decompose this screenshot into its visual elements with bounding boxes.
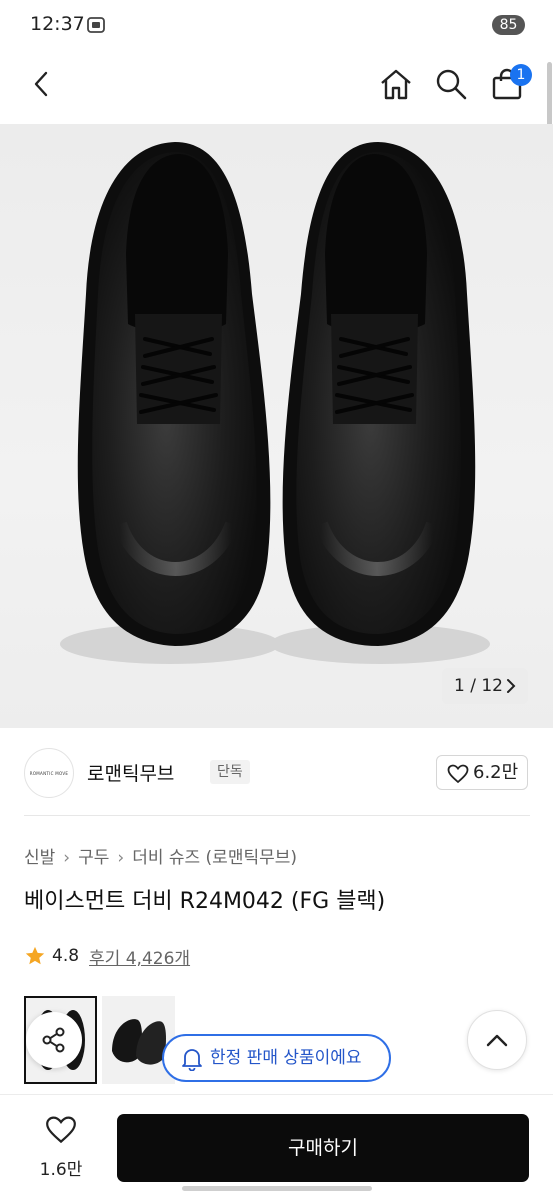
shoes-illustration: [60, 142, 490, 664]
star-icon: [25, 946, 45, 965]
gallery-counter-text: 1 / 12: [454, 676, 503, 696]
heart-icon: [447, 764, 469, 784]
wishlist-button[interactable]: 1.6만: [30, 1115, 92, 1180]
limited-sale-text: 한정 판매 상품이에요: [210, 1048, 362, 1068]
breadcrumb-item[interactable]: 더비 슈즈 (로맨틱무브): [132, 848, 297, 868]
bottom-action-bar: 1.6만 구매하기: [0, 1094, 553, 1200]
rating-score: 4.8: [52, 946, 80, 966]
brand-logo[interactable]: ROMANTIC MOVE: [24, 748, 74, 798]
status-bar: 12:37 85: [0, 0, 553, 50]
share-icon: [42, 1027, 65, 1053]
battery-indicator: 85: [492, 15, 525, 35]
buy-button[interactable]: 구매하기: [117, 1114, 529, 1182]
heart-icon: [46, 1116, 76, 1144]
breadcrumb: 신발 › 구두 › 더비 슈즈 (로맨틱무브): [24, 843, 297, 868]
exclusive-badge: 단독: [210, 760, 250, 784]
scroll-to-top-button[interactable]: [467, 1010, 527, 1070]
rating: 4.8 후기 4,426개: [24, 944, 190, 969]
search-icon: [436, 69, 467, 100]
cart-badge: 1: [510, 64, 532, 86]
product-image[interactable]: [0, 124, 553, 728]
status-time: 12:37: [30, 13, 85, 35]
back-icon: [34, 71, 48, 97]
back-button[interactable]: [20, 62, 64, 106]
chevron-right-icon: [506, 668, 516, 717]
chevron-right-icon: ›: [63, 848, 71, 868]
brand-logo-text: ROMANTIC MOVE: [29, 770, 69, 776]
brand-like-count: 6.2만: [473, 762, 519, 783]
brand-name[interactable]: 로맨틱무브: [87, 759, 174, 786]
share-button[interactable]: [26, 1012, 82, 1068]
wishlist-count: 1.6만: [39, 1160, 83, 1180]
top-nav: 1: [0, 52, 553, 116]
breadcrumb-item[interactable]: 신발: [24, 848, 55, 868]
review-link[interactable]: 후기 4,426개: [89, 944, 190, 969]
thumbnail-2[interactable]: [102, 996, 175, 1084]
breadcrumb-item[interactable]: 구두: [78, 848, 109, 868]
limited-sale-notice[interactable]: 한정 판매 상품이에요: [162, 1034, 391, 1082]
home-button[interactable]: [374, 62, 418, 106]
home-icon: [381, 69, 411, 100]
brand-like-button[interactable]: 6.2만: [436, 755, 528, 790]
brand-row: ROMANTIC MOVE 로맨틱무브 단독 6.2만: [24, 744, 530, 800]
cart-button[interactable]: 1: [485, 62, 532, 106]
chevron-up-icon: [486, 1034, 508, 1047]
product-title: 베이스먼트 더비 R24M042 (FG 블랙): [24, 889, 386, 914]
bell-icon: [182, 1049, 202, 1071]
home-indicator: [182, 1186, 372, 1191]
divider: [24, 815, 530, 816]
chevron-right-icon: ›: [117, 848, 125, 868]
search-button[interactable]: [429, 62, 473, 106]
gallery-counter[interactable]: 1 / 12: [442, 668, 528, 704]
screenshot-icon: [86, 15, 106, 35]
